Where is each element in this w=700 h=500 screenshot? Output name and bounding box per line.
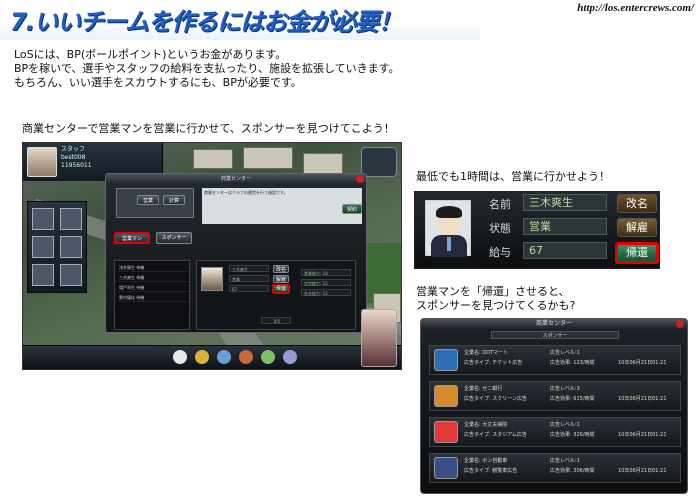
sponsor-level: 広告レベル:1 (550, 458, 580, 464)
caption-commerce-center: 商業センターで営業マンを営業に行かせて、スポンサーを見つけてこよう！ (22, 122, 395, 135)
intro-line-2: BPを稼いで、選手やスタッフの給料を支払ったり、施設を拡張していきます。 (14, 62, 400, 75)
sponsor-date: 10年06月21日01:21 (618, 396, 667, 402)
close-icon[interactable] (356, 175, 364, 183)
pay-value: 67 (523, 242, 607, 259)
sponsor-name: 企業名: ボン自動車 (464, 458, 508, 464)
page-title: 7.いいチームを作るにはお金が必要！ (10, 8, 402, 36)
return-button[interactable]: 帰還 (272, 284, 290, 294)
facility-card: 営業 計算 (116, 188, 194, 218)
sponsor-value: 広告効果: 123/時間 (550, 360, 595, 366)
coin-icon[interactable] (195, 350, 209, 364)
sponsor-level: 広告レベル:1 (550, 350, 580, 356)
tab-sponsor[interactable]: スポンサー (156, 232, 192, 244)
fire-button[interactable]: 解雇 (273, 275, 289, 283)
caption-return-2: スポンサーを見つけてくるかも? (416, 299, 576, 312)
sponsor-value: 広告効果: 615/時間 (550, 396, 595, 402)
list-item[interactable]: 増戸利生 待機 (117, 283, 189, 292)
sponsor-name: 企業名: DDTマート (464, 350, 509, 356)
caption-return-1: 営業マンを「帰還」させると、 (416, 285, 570, 298)
state-value: 営業 (523, 218, 607, 235)
sponsor-value: 広告効果: 326/時間 (550, 432, 595, 438)
calc-button[interactable]: 計算 (163, 195, 185, 205)
intro-line-1: LoSには、BP(ボールポイント)というお金があります。 (14, 48, 287, 61)
facility-slot[interactable] (60, 264, 82, 286)
sponsor-type: 広告タイプ: スタジアム広告 (464, 432, 527, 438)
sponsor-logo-icon (434, 349, 458, 371)
sponsor-type: 広告タイプ: チケット広告 (464, 360, 523, 366)
salesman-portrait-large (425, 200, 471, 257)
assistant-portrait (361, 309, 397, 367)
contract-button[interactable]: 契約 (342, 204, 362, 214)
hud-bottom-bar (23, 345, 401, 369)
sponsor-date: 10年06月21日01:21 (618, 432, 667, 438)
facility-side-panel (27, 201, 87, 293)
return-button[interactable]: 帰還 (615, 242, 659, 264)
state-label: 状態 (489, 222, 511, 235)
stat-negotiation: 交渉能力: 15 (301, 279, 351, 286)
page-indicator: 0/5 (261, 317, 291, 324)
close-icon[interactable] (676, 320, 684, 328)
detail-pay: 67 (229, 285, 269, 292)
sponsor-date: 10年06月21日01:21 (618, 468, 667, 474)
sponsor-type: 広告タイプ: スクリーン広告 (464, 396, 528, 402)
sponsor-name: 企業名: 大丈夫病院 (464, 422, 508, 428)
tab-salesman[interactable]: 営業マン (114, 232, 150, 244)
rename-button[interactable]: 改名 (617, 194, 657, 213)
sponsor-type: 広告タイプ: 観覧車広告 (464, 468, 518, 474)
soccer-ball-icon[interactable] (173, 350, 187, 364)
dialog-info-text: 商業センターはクラブの運営を行う施設です。 (202, 188, 362, 224)
facility-slot[interactable] (32, 236, 54, 258)
pay-label: 給与 (489, 246, 511, 259)
sponsor-name: 企業名: ゼニ銀行 (464, 386, 503, 392)
fire-button[interactable]: 解雇 (617, 218, 657, 237)
rename-button[interactable]: 改名 (273, 265, 289, 273)
detail-name: 三木爽生 (229, 265, 269, 272)
caption-min-hour: 最低でも1時間は、営業に行かせよう！ (416, 170, 610, 183)
sponsor-level: 広告レベル:1 (550, 422, 580, 428)
name-value: 三木爽生 (523, 194, 607, 211)
sponsor-date: 10年06月21日01:21 (618, 360, 667, 366)
shop-icon[interactable] (261, 350, 275, 364)
salesman-portrait (201, 267, 223, 291)
salesman-list: 浅井康生 待機 三木爽生 待機 増戸利生 待機 野村優佳 待機 (114, 260, 190, 330)
list-item[interactable]: 三木爽生 待機 (117, 273, 189, 282)
salesman-status-panel: 名前 三木爽生 状態 営業 給与 67 改名 解雇 帰還 (414, 191, 660, 269)
detail-state: 営業 (229, 275, 269, 282)
sponsor-row[interactable]: 企業名: DDTマート 広告タイプ: チケット広告 広告レベル:1 広告効果: … (429, 345, 681, 375)
sponsor-level: 広告レベル:3 (550, 386, 580, 392)
hud-profile-text: スタッフ best008 11956011 (61, 146, 92, 169)
title-banner: 7.いいチームを作るにはお金が必要！ (0, 0, 480, 40)
sponsor-logo-icon (434, 421, 458, 443)
stat-social: 社交能力: 12 (301, 289, 351, 296)
facility-slot[interactable] (32, 208, 54, 230)
settings-icon[interactable] (283, 350, 297, 364)
manager-avatar[interactable] (27, 147, 57, 177)
sponsor-panel: 商業センター スポンサー 企業名: DDTマート 広告タイプ: チケット広告 広… (420, 318, 688, 494)
sponsor-row[interactable]: 企業名: ゼニ銀行 広告タイプ: スクリーン広告 広告レベル:3 広告効果: 6… (429, 381, 681, 411)
minimap[interactable] (361, 147, 397, 177)
sponsor-logo-icon (434, 457, 458, 479)
name-label: 名前 (489, 198, 511, 211)
commerce-center-dialog: 商業センター 営業 計算 商業センターはクラブの運営を行う施設です。 契約 営業… (105, 173, 367, 333)
sales-button[interactable]: 営業 (137, 195, 159, 205)
sponsor-row[interactable]: 企業名: 大丈夫病院 広告タイプ: スタジアム広告 広告レベル:1 広告効果: … (429, 417, 681, 447)
salesman-detail: 三木爽生 営業 67 改名 解雇 帰還 営業能力: 18 交渉能力: 15 社交… (196, 260, 356, 330)
sponsor-value: 広告効果: 306/時間 (550, 468, 595, 474)
dialog-title: 商業センター (106, 174, 366, 184)
facility-slot[interactable] (60, 236, 82, 258)
stat-sales: 営業能力: 18 (301, 269, 351, 276)
facility-slot[interactable] (60, 208, 82, 230)
facility-slot[interactable] (32, 264, 54, 286)
trophy-icon[interactable] (239, 350, 253, 364)
sponsor-row[interactable]: 企業名: ボン自動車 広告タイプ: 観覧車広告 広告レベル:1 広告効果: 30… (429, 453, 681, 483)
sponsor-logo-icon (434, 385, 458, 407)
intro-line-3: もちろん、いい選手をスカウトするにも、BPが必要です。 (14, 76, 302, 89)
sponsor-panel-title: 商業センター (421, 319, 687, 329)
site-url[interactable]: http://los.entercrews.com/ (577, 2, 694, 14)
list-item[interactable]: 浅井康生 待機 (117, 263, 189, 272)
list-item[interactable]: 野村優佳 待機 (117, 293, 189, 302)
game-screenshot: スタッフ best008 11956011 商業センター 営業 計算 商業センタ… (22, 142, 402, 370)
sponsor-subtitle: スポンサー (491, 331, 619, 339)
person-icon[interactable] (217, 350, 231, 364)
